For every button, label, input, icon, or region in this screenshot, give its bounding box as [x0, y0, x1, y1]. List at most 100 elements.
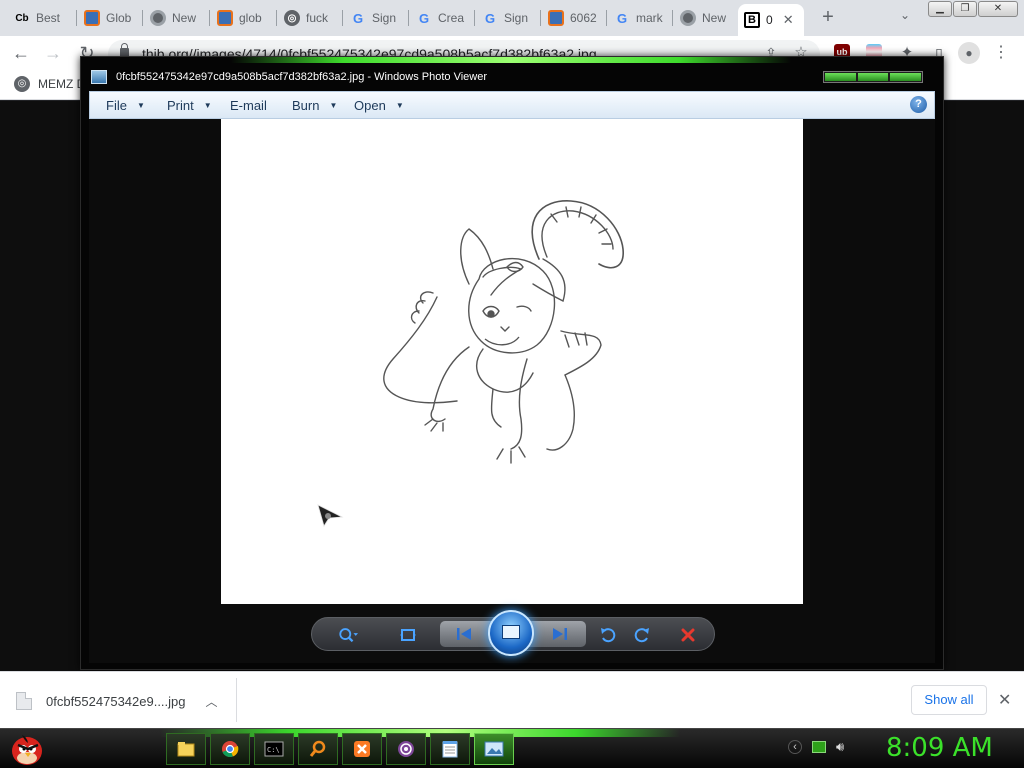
viewer-canvas: [89, 119, 935, 663]
tab-crea[interactable]: G Crea: [410, 5, 472, 31]
restore-button[interactable]: ❐: [953, 1, 977, 17]
actual-size-icon[interactable]: [398, 626, 418, 644]
profile-avatar-icon[interactable]: ●: [958, 42, 980, 64]
tab-glob-2[interactable]: glob: [211, 5, 273, 31]
next-icon[interactable]: [550, 625, 570, 643]
show-hidden-icons-chevron-icon[interactable]: ‹: [788, 740, 802, 754]
maximize-button[interactable]: [857, 73, 889, 81]
download-filename: 0fcbf552475342e9....jpg: [46, 693, 186, 709]
menu-label: E-mail: [230, 98, 267, 113]
globe-icon: ◎: [284, 10, 300, 26]
volume-icon[interactable]: 🔊︎: [836, 739, 844, 755]
dropdown-arrow-icon: ▼: [395, 101, 404, 110]
minimize-button[interactable]: [825, 73, 856, 81]
close-icon[interactable]: ✕: [998, 690, 1011, 710]
dropdown-arrow-icon: ▼: [329, 101, 338, 110]
back-arrow-icon[interactable]: ←: [10, 42, 32, 64]
google-icon: G: [418, 10, 430, 26]
folder-icon: [177, 742, 195, 757]
taskbar-chrome[interactable]: [210, 733, 250, 765]
network-icon[interactable]: [812, 741, 826, 753]
show-all-button[interactable]: Show all: [911, 685, 987, 715]
cmd-icon: C:\: [264, 741, 284, 757]
tab-sign-1[interactable]: G Sign: [344, 5, 406, 31]
viewer-menubar: File ▼ Print ▼ E-mail Burn ▼ Open ▼ ?: [89, 91, 935, 119]
tab-separator: [672, 10, 673, 26]
svg-text:C:\: C:\: [267, 746, 280, 754]
zoom-icon[interactable]: [338, 626, 358, 644]
rotate-counterclockwise-icon[interactable]: [598, 626, 618, 644]
tab-glob[interactable]: Glob: [78, 5, 140, 31]
xampp-icon: [354, 741, 370, 757]
tab-label: Best: [36, 11, 61, 25]
tab-separator: [408, 10, 409, 26]
tab-best[interactable]: Cb Best: [8, 5, 76, 31]
taskbar-photo-viewer[interactable]: [474, 733, 514, 765]
tab-separator: [606, 10, 607, 26]
google-icon: G: [352, 10, 364, 26]
tab-separator: [540, 10, 541, 26]
forward-arrow-icon[interactable]: →: [42, 42, 64, 64]
tab-sign-2[interactable]: G Sign: [476, 5, 538, 31]
tab-label: Crea: [438, 11, 465, 25]
file-icon: [16, 692, 32, 710]
tab-label: Glob: [106, 11, 132, 25]
viewer-title: 0fcbf552475342e97cd9a508b5acf7d382bf63a2…: [116, 71, 488, 83]
new-tab-button[interactable]: +: [818, 6, 838, 28]
taskbar-search-app[interactable]: [298, 733, 338, 765]
google-icon: G: [484, 10, 496, 26]
tab-separator: [142, 10, 143, 26]
taskbar-notepad[interactable]: [430, 733, 470, 765]
taskbar-xampp[interactable]: [342, 733, 382, 765]
window-controls[interactable]: [823, 71, 923, 83]
menu-print[interactable]: Print ▼: [167, 98, 212, 113]
viewer-titlebar[interactable]: 0fcbf552475342e97cd9a508b5acf7d382bf63a2…: [81, 65, 943, 91]
taskbar-command-prompt[interactable]: C:\: [254, 733, 294, 765]
previous-icon[interactable]: [454, 625, 474, 643]
tab-close-icon[interactable]: ✕: [783, 12, 794, 28]
kebab-menu-icon[interactable]: ⋮: [990, 42, 1012, 64]
menu-open[interactable]: Open ▼: [354, 98, 404, 113]
bookmark-memz[interactable]: ◎ MEMZ D: [14, 76, 85, 92]
chrome-icon: [680, 10, 696, 26]
tab-new-2[interactable]: New: [674, 5, 736, 31]
google-icon: G: [616, 10, 628, 26]
tab-mark[interactable]: G mark: [608, 5, 670, 31]
taskbar-tor-browser[interactable]: [386, 733, 426, 765]
tab-fuck[interactable]: ◎ fuck: [278, 5, 340, 31]
taskbar: C:\ ‹ 🔊︎ 8:09 AM: [0, 728, 1024, 768]
tab-label: New: [702, 11, 727, 25]
search-icon: [309, 740, 326, 757]
taskbar-clock[interactable]: 8:09 AM: [886, 733, 993, 763]
tab-search-chevron-icon[interactable]: ⌄: [896, 8, 914, 26]
close-button[interactable]: [890, 73, 922, 81]
chrome-icon: [222, 741, 239, 758]
tab-active-image[interactable]: B 0 ✕: [738, 4, 804, 36]
chevron-up-icon[interactable]: ︿: [206, 693, 218, 710]
slideshow-button[interactable]: [488, 610, 534, 656]
orange-favicon-icon: [548, 10, 564, 26]
photo-viewer-icon: [484, 741, 504, 757]
delete-icon[interactable]: [678, 626, 698, 644]
help-icon[interactable]: ?: [910, 96, 927, 113]
menu-label: Burn: [292, 98, 320, 113]
angry-bird-start-icon[interactable]: [8, 731, 46, 767]
menu-file[interactable]: File ▼: [106, 98, 145, 113]
window-glow: [231, 57, 791, 63]
menu-label: Print: [167, 98, 194, 113]
orange-favicon-icon: [217, 10, 233, 26]
download-item[interactable]: 0fcbf552475342e9....jpg ︿: [16, 686, 236, 716]
tab-new-1[interactable]: New: [144, 5, 206, 31]
tab-label: 6062: [570, 11, 597, 25]
tab-label: New: [172, 11, 197, 25]
chrome-icon: [150, 10, 166, 26]
menu-email[interactable]: E-mail: [230, 98, 267, 113]
minimize-button[interactable]: ▁: [928, 1, 952, 17]
menu-burn[interactable]: Burn ▼: [292, 98, 337, 113]
tab-separator: [342, 10, 343, 26]
close-window-button[interactable]: ✕: [978, 1, 1018, 17]
rotate-clockwise-icon[interactable]: [632, 626, 652, 644]
taskbar-file-explorer[interactable]: [166, 733, 206, 765]
dropdown-arrow-icon: ▼: [203, 101, 212, 110]
tab-6062[interactable]: 6062: [542, 5, 604, 31]
